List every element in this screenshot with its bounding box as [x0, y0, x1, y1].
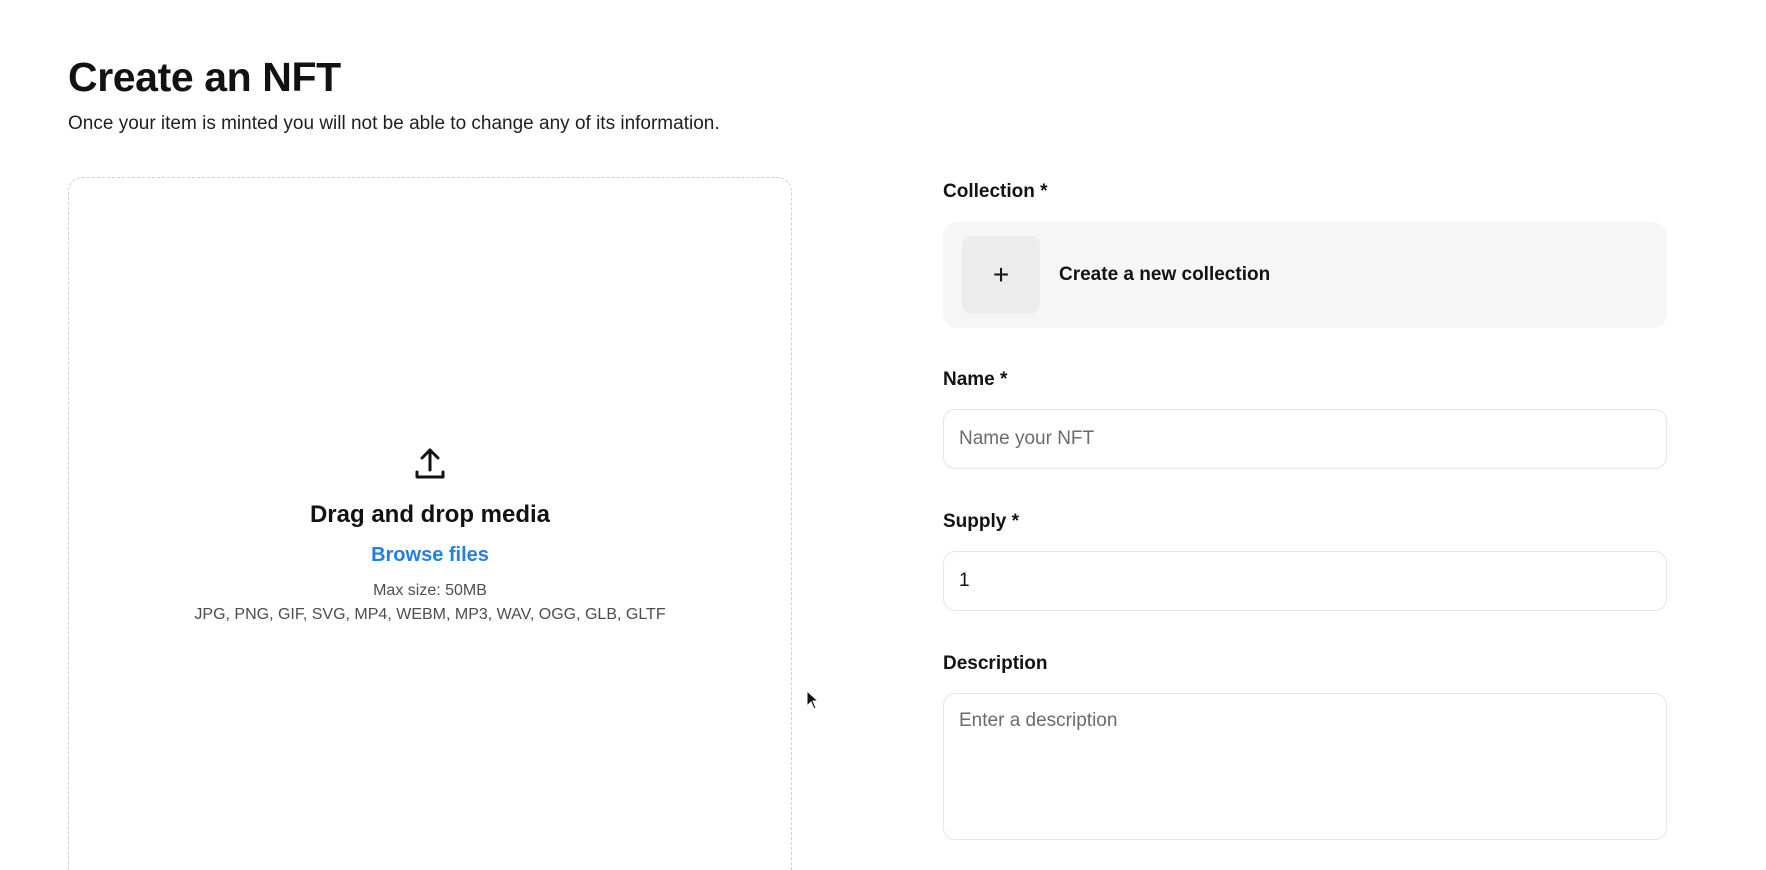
- media-dropzone[interactable]: Drag and drop media Browse files Max siz…: [68, 177, 792, 870]
- page-title: Create an NFT: [68, 54, 341, 100]
- upload-icon: [415, 448, 445, 479]
- file-types-text: JPG, PNG, GIF, SVG, MP4, WEBM, MP3, WAV,…: [194, 606, 666, 623]
- max-size-text: Max size: 50MB: [373, 582, 487, 599]
- name-label: Name *: [943, 369, 1008, 390]
- create-collection-button[interactable]: + Create a new collection: [943, 222, 1667, 328]
- page-subtitle: Once your item is minted you will not be…: [68, 113, 720, 134]
- collection-label: Collection *: [943, 181, 1048, 202]
- create-nft-page: Create an NFT Once your item is minted y…: [0, 0, 1766, 870]
- mouse-cursor-icon: [806, 690, 820, 710]
- browse-files-link[interactable]: Browse files: [371, 542, 489, 568]
- name-input[interactable]: [943, 409, 1667, 469]
- description-textarea[interactable]: [943, 693, 1667, 840]
- dropzone-content: Drag and drop media Browse files Max siz…: [69, 446, 791, 626]
- description-label: Description: [943, 653, 1048, 674]
- supply-label: Supply *: [943, 511, 1020, 532]
- create-collection-label: Create a new collection: [1059, 264, 1271, 285]
- plus-tile: +: [962, 236, 1040, 314]
- plus-icon: +: [992, 259, 1010, 290]
- supply-input[interactable]: [943, 551, 1667, 611]
- dropzone-heading: Drag and drop media: [309, 501, 551, 528]
